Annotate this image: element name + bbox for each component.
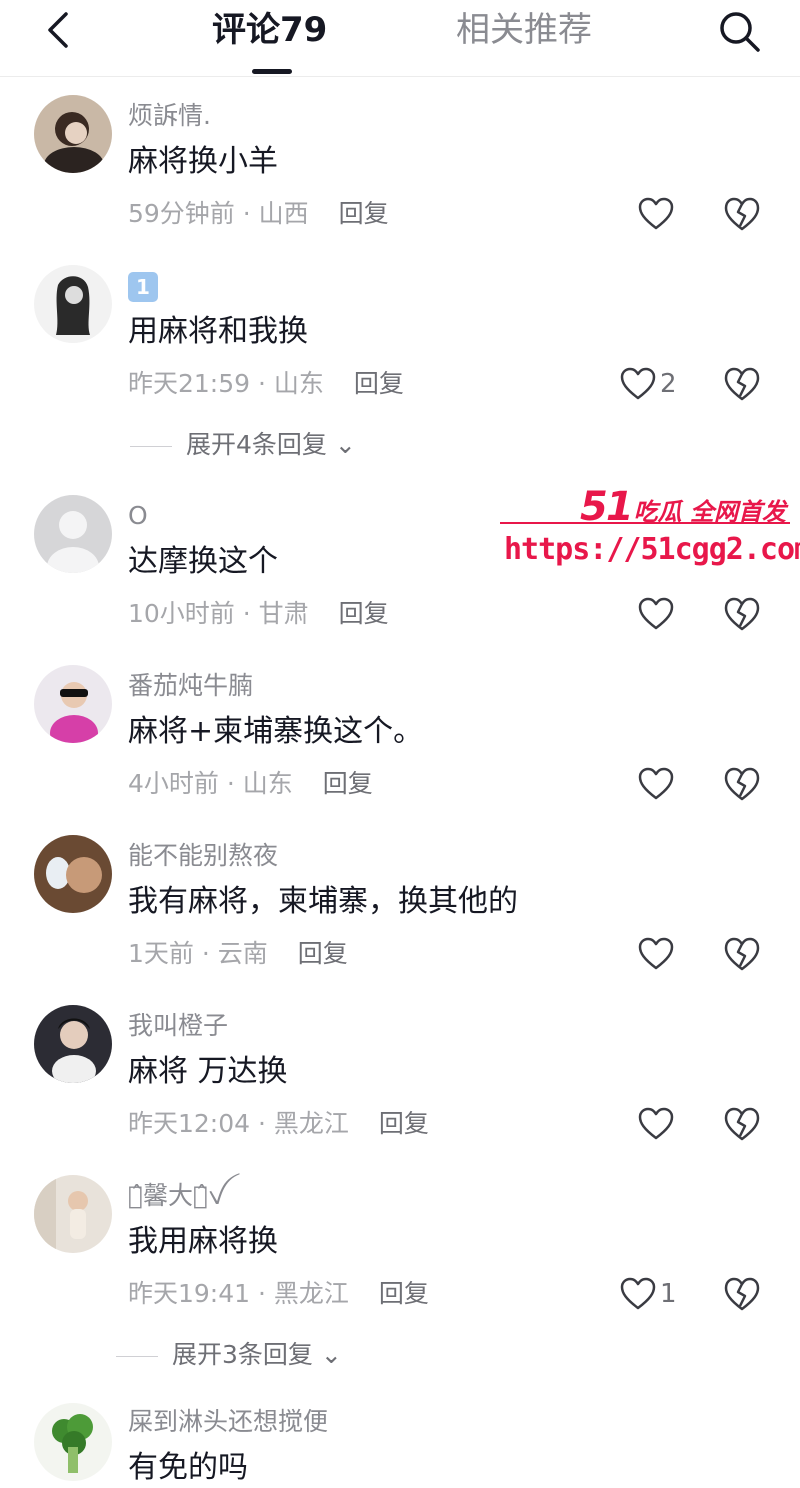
- like-heart-icon[interactable]: [638, 767, 674, 801]
- avatar[interactable]: [34, 95, 112, 173]
- expand-replies-label: 展开4条回复: [186, 430, 327, 459]
- comment-time-location: 昨天19:41 · 黑龙江: [128, 1279, 349, 1308]
- like-heart-icon[interactable]: [638, 597, 674, 631]
- chevron-down-icon: ⌄: [312, 1340, 342, 1369]
- reply-button[interactable]: 回复: [298, 939, 348, 968]
- comment-text: 麻将换小羊: [128, 144, 278, 179]
- dislike-broken-heart-icon[interactable]: [722, 366, 762, 402]
- comment-meta: 10小时前 · 甘肃 回复: [128, 597, 389, 631]
- comment-time-location: 1天前 · 云南: [128, 939, 268, 968]
- comment-meta: 昨天19:41 · 黑龙江 回复: [128, 1277, 429, 1311]
- expand-replies-button[interactable]: 展开4条回复 ⌄: [130, 428, 356, 462]
- avatar[interactable]: [34, 265, 112, 343]
- comment-text: 麻将 万达换: [128, 1054, 288, 1089]
- comment-item: 能不能别熬夜 我有麻将，柬埔寨，换其他的 1天前 · 云南 回复: [0, 832, 800, 992]
- comment-time-location: 昨天21:59 · 山东: [128, 369, 324, 398]
- comment-meta: 昨天12:04 · 黑龙江 回复: [128, 1107, 429, 1141]
- comment-meta: 1天前 · 云南 回复: [128, 937, 348, 971]
- watermark: 51吃瓜 全网首发 https://51cgg2.com: [500, 478, 800, 573]
- comment-text: 有免的吗: [128, 1450, 248, 1485]
- comment-item: 屎到淋头还想搅便 有免的吗: [0, 1400, 800, 1485]
- reply-button[interactable]: 回复: [354, 369, 404, 398]
- dislike-broken-heart-icon[interactable]: [722, 936, 762, 972]
- comment-item: 小̂馨大王̂ꪜ 我用麻将换 昨天19:41 · 黑龙江 回复 1 展开3条回复 ⌄: [0, 1172, 800, 1382]
- comment-text: 我有麻将，柬埔寨，换其他的: [128, 884, 518, 919]
- comment-item: 我叫橙子 麻将 万达换 昨天12:04 · 黑龙江 回复: [0, 1002, 800, 1162]
- like-heart-icon[interactable]: [638, 937, 674, 971]
- avatar[interactable]: [34, 1403, 112, 1481]
- username[interactable]: 番茄炖牛腩: [128, 670, 253, 702]
- username[interactable]: 小̂馨大王̂ꪜ: [128, 1180, 225, 1212]
- like-heart-icon[interactable]: [638, 1107, 674, 1141]
- dislike-broken-heart-icon[interactable]: [722, 596, 762, 632]
- avatar[interactable]: [34, 495, 112, 573]
- reply-button[interactable]: 回复: [379, 1109, 429, 1138]
- avatar[interactable]: [34, 835, 112, 913]
- watermark-divider: [500, 522, 790, 524]
- expand-replies-label: 展开3条回复: [172, 1340, 313, 1369]
- comment-text: 用麻将和我换: [128, 314, 308, 349]
- divider: [116, 1355, 158, 1357]
- comment-item: 1 用麻将和我换 昨天21:59 · 山东 回复 2 展开4条回复 ⌄: [0, 262, 800, 472]
- comment-text: 麻将+柬埔寨换这个。: [128, 714, 424, 749]
- comment-time-location: 昨天12:04 · 黑龙江: [128, 1109, 349, 1138]
- tab-comments[interactable]: 评论79: [212, 8, 327, 52]
- divider: [130, 445, 172, 447]
- reply-button[interactable]: 回复: [339, 199, 389, 228]
- username[interactable]: 烦訴情.: [128, 100, 211, 132]
- like-count: 1: [660, 1279, 677, 1309]
- avatar[interactable]: [34, 1005, 112, 1083]
- expand-replies-button[interactable]: 展开3条回复 ⌄: [116, 1338, 342, 1372]
- fan-level-badge: 1: [128, 272, 158, 302]
- comment-time-location: 59分钟前 · 山西: [128, 199, 309, 228]
- comment-time-location: 4小时前 · 山东: [128, 769, 293, 798]
- comment-text: 达摩换这个: [128, 544, 278, 579]
- avatar[interactable]: [34, 665, 112, 743]
- search-icon[interactable]: [714, 6, 764, 56]
- username[interactable]: O: [128, 500, 148, 532]
- comment-item: 番茄炖牛腩 麻将+柬埔寨换这个。 4小时前 · 山东 回复: [0, 662, 800, 822]
- tab-related-recommendations[interactable]: 相关推荐: [456, 8, 592, 52]
- comment-text: 我用麻将换: [128, 1224, 278, 1259]
- dislike-broken-heart-icon[interactable]: [722, 196, 762, 232]
- comment-meta: 4小时前 · 山东 回复: [128, 767, 373, 801]
- reply-button[interactable]: 回复: [379, 1279, 429, 1308]
- like-count: 2: [660, 369, 677, 399]
- watermark-url: https://51cgg2.com: [504, 532, 800, 567]
- username[interactable]: 屎到淋头还想搅便: [128, 1406, 328, 1438]
- dislike-broken-heart-icon[interactable]: [722, 766, 762, 802]
- dislike-broken-heart-icon[interactable]: [722, 1106, 762, 1142]
- avatar[interactable]: [34, 1175, 112, 1253]
- like-heart-icon[interactable]: [620, 367, 656, 401]
- chevron-down-icon: ⌄: [326, 430, 356, 459]
- back-arrow-icon[interactable]: [38, 8, 82, 52]
- like-heart-icon[interactable]: [638, 197, 674, 231]
- comment-time-location: 10小时前 · 甘肃: [128, 599, 309, 628]
- comment-meta: 59分钟前 · 山西 回复: [128, 197, 389, 231]
- reply-button[interactable]: 回复: [323, 769, 373, 798]
- username[interactable]: 能不能别熬夜: [128, 840, 278, 872]
- like-heart-icon[interactable]: [620, 1277, 656, 1311]
- active-tab-indicator: [252, 69, 292, 74]
- dislike-broken-heart-icon[interactable]: [722, 1276, 762, 1312]
- username[interactable]: 我叫橙子: [128, 1010, 228, 1042]
- top-bar: 评论79 相关推荐: [0, 0, 800, 77]
- comment-meta: 昨天21:59 · 山东 回复: [128, 367, 404, 401]
- comment-item: 烦訴情. 麻将换小羊 59分钟前 · 山西 回复: [0, 92, 800, 252]
- reply-button[interactable]: 回复: [339, 599, 389, 628]
